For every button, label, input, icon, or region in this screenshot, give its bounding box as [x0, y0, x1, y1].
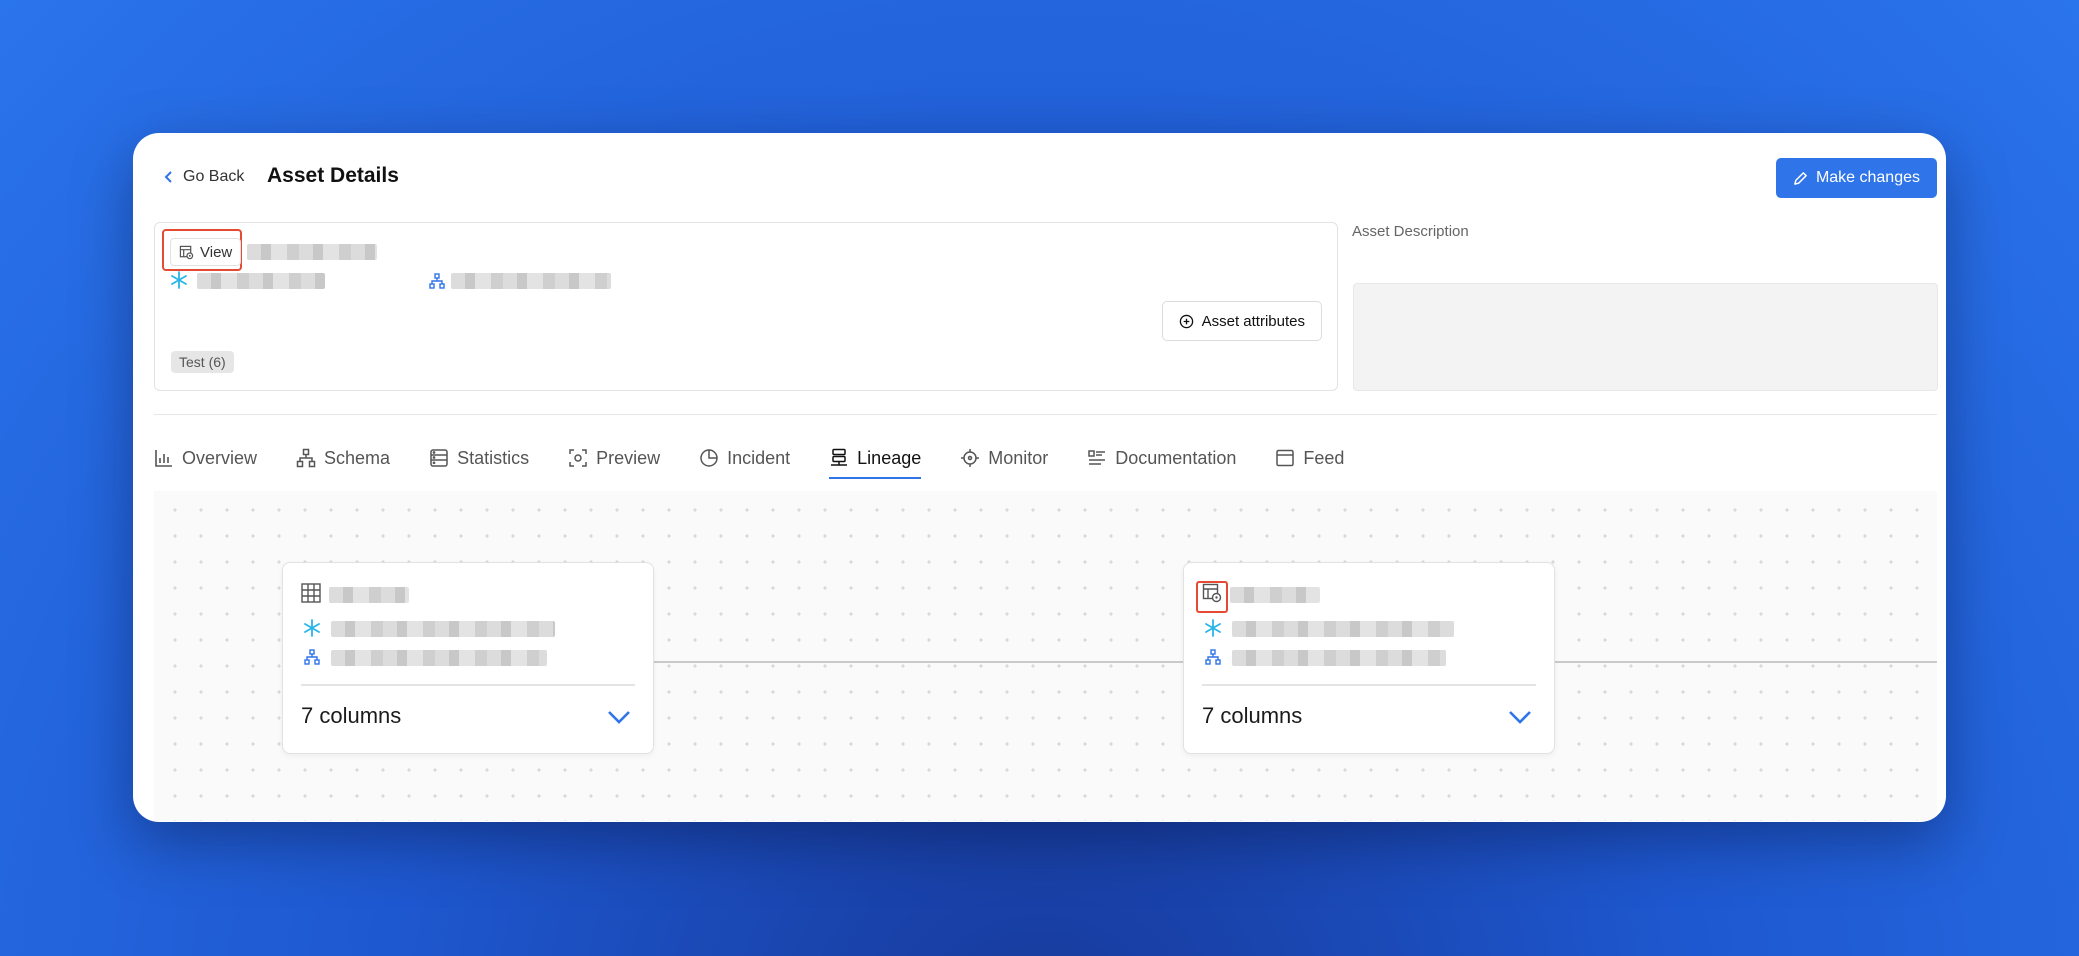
tab-label: Schema [324, 447, 391, 468]
tab-feed[interactable]: Feed [1275, 439, 1344, 477]
table-stats-icon [430, 449, 448, 467]
chevron-down-icon[interactable] [607, 709, 631, 725]
header: Go Back Asset Details Make changes [133, 133, 1946, 223]
target-icon [961, 449, 980, 467]
lineage-node-upstream[interactable]: 7 columns [282, 562, 654, 754]
node-divider [1202, 684, 1536, 686]
database-name-redacted [197, 273, 325, 289]
pencil-icon [1794, 171, 1807, 185]
tab-label: Overview [182, 447, 258, 468]
asset-description-field[interactable] [1353, 283, 1938, 391]
make-changes-label: Make changes [1815, 169, 1920, 186]
columns-count: 7 columns [1202, 703, 1303, 728]
lineage-edge [652, 661, 1183, 663]
lineage-icon [831, 448, 848, 466]
node-name-redacted [1230, 587, 1320, 603]
snowflake-icon [171, 271, 187, 289]
columns-count: 7 columns [301, 703, 402, 728]
hierarchy-icon [429, 273, 445, 289]
tab-label: Statistics [457, 447, 530, 468]
test-count-badge[interactable]: Test (6) [171, 351, 234, 373]
snowflake-icon [1205, 619, 1221, 637]
bar-chart-icon [155, 450, 172, 467]
tab-schema[interactable]: Schema [296, 439, 390, 477]
clock-incident-icon [700, 449, 718, 467]
tab-lineage[interactable]: Lineage [829, 439, 922, 479]
tab-overview[interactable]: Overview [154, 439, 257, 477]
lineage-node-current[interactable]: 7 columns [1183, 562, 1555, 754]
view-icon [179, 245, 194, 259]
table-grid-icon [301, 583, 323, 605]
asset-attributes-button[interactable]: Asset attributes [1161, 301, 1322, 341]
divider [154, 414, 1937, 415]
hierarchy-icon [304, 649, 320, 665]
chevron-down-icon[interactable] [1508, 709, 1532, 725]
tab-label: Preview [596, 447, 661, 468]
tab-label: Monitor [988, 447, 1049, 468]
tab-label: Lineage [857, 447, 922, 468]
page-title: Asset Details [267, 164, 399, 187]
asset-attributes-label: Asset attributes [1201, 312, 1305, 330]
lineage-canvas[interactable]: 7 columns 7 columns [154, 491, 1937, 821]
tab-monitor[interactable]: Monitor [960, 439, 1048, 477]
view-icon [1202, 583, 1224, 605]
schema-name-redacted [331, 650, 547, 666]
tab-preview[interactable]: Preview [568, 439, 660, 477]
hierarchy-icon [296, 448, 316, 468]
snowflake-icon [304, 619, 320, 637]
tab-label: Incident [727, 447, 791, 468]
node-divider [301, 684, 635, 686]
schema-name-redacted [451, 273, 611, 289]
asset-type-label: View [200, 243, 233, 261]
tab-incident[interactable]: Incident [699, 439, 790, 477]
database-name-redacted [331, 621, 555, 637]
tab-label: Documentation [1115, 447, 1237, 468]
doc-list-icon [1088, 450, 1106, 465]
preview-icon [569, 449, 587, 467]
tab-documentation[interactable]: Documentation [1087, 439, 1236, 477]
go-back-label: Go Back [183, 168, 245, 185]
make-changes-button[interactable]: Make changes [1775, 158, 1937, 198]
asset-description-label: Asset Description [1352, 223, 1469, 240]
go-back-link[interactable]: Go Back [163, 168, 244, 186]
asset-name-redacted [247, 244, 377, 260]
hierarchy-icon [1205, 649, 1221, 665]
asset-summary-panel: View Asset attributes Test (6) [154, 222, 1338, 391]
asset-type-chip: View [170, 238, 242, 266]
schema-name-redacted [1232, 650, 1446, 666]
tab-bar: Overview Schema Statistics Preview Incid… [154, 439, 1383, 479]
tab-statistics[interactable]: Statistics [429, 439, 529, 477]
node-name-redacted [329, 587, 409, 603]
tab-label: Feed [1303, 447, 1345, 468]
asset-details-card: Go Back Asset Details Make changes View … [133, 133, 1946, 822]
chevron-left-icon [164, 171, 172, 183]
plus-circle-icon [1179, 314, 1193, 328]
database-name-redacted [1232, 621, 1454, 637]
window-icon [1276, 449, 1295, 467]
